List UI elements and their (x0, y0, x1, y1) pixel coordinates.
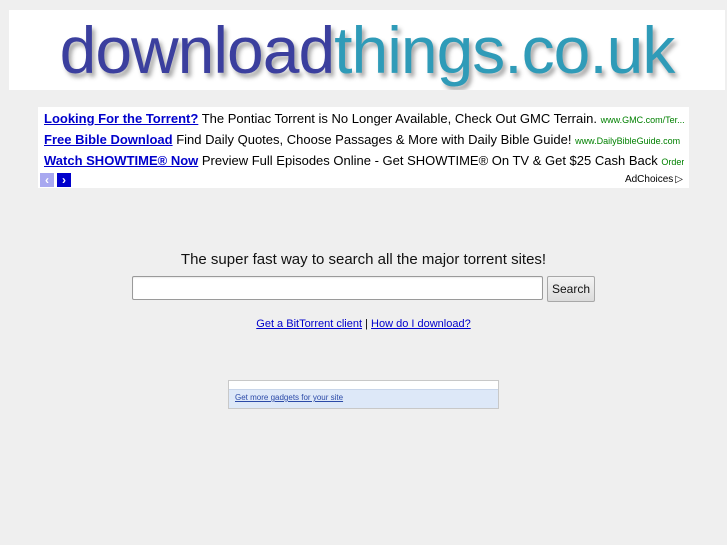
ad-next-button[interactable]: › (57, 173, 71, 187)
logo-part-domain: things.co.uk (334, 13, 675, 87)
help-links: Get a BitTorrent client | How do I downl… (0, 318, 727, 330)
adchoices-link[interactable]: AdChoices ▷ (625, 174, 683, 185)
ad-description: Preview Full Episodes Online - Get SHOWT… (201, 153, 658, 168)
adchoices-icon: ▷ (675, 174, 683, 185)
ad-banner: Looking For the Torrent? The Pontiac Tor… (38, 107, 689, 188)
link-separator: | (365, 318, 368, 330)
logo-part-download: download (59, 13, 336, 87)
more-gadgets-link[interactable]: Get more gadgets for your site (235, 393, 343, 402)
ad-url[interactable]: OrderS... (661, 157, 684, 167)
bittorrent-client-link[interactable]: Get a BitTorrent client (256, 318, 362, 330)
search-input[interactable] (132, 276, 543, 300)
gadget-box: Get more gadgets for your site (228, 380, 499, 409)
search-button[interactable]: Search (547, 276, 595, 302)
ad-title-link[interactable]: Watch SHOWTIME® Now (44, 153, 198, 168)
how-to-download-link[interactable]: How do I download? (371, 318, 471, 330)
chevron-right-icon: › (62, 173, 66, 187)
ad-item[interactable]: Watch SHOWTIME® Now Preview Full Episode… (44, 153, 684, 168)
site-logo[interactable]: downloadthings.co.uk (9, 10, 725, 90)
ad-prev-button[interactable]: ‹ (40, 173, 54, 187)
chevron-left-icon: ‹ (45, 173, 49, 187)
gadget-content (229, 381, 498, 390)
tagline: The super fast way to search all the maj… (180, 251, 547, 268)
ad-description: The Pontiac Torrent is No Longer Availab… (201, 111, 597, 126)
ad-item[interactable]: Free Bible Download Find Daily Quotes, C… (44, 132, 684, 147)
logo-text: downloadthings.co.uk (60, 17, 676, 83)
ad-title-link[interactable]: Free Bible Download (44, 132, 173, 147)
ad-item[interactable]: Looking For the Torrent? The Pontiac Tor… (44, 111, 684, 126)
ad-description: Find Daily Quotes, Choose Passages & Mor… (176, 132, 572, 147)
ad-url[interactable]: www.GMC.com/Ter... (601, 115, 684, 125)
ad-title-link[interactable]: Looking For the Torrent? (44, 111, 198, 126)
ad-url[interactable]: www.DailyBibleGuide.com (575, 136, 680, 146)
adchoices-label: AdChoices (624, 174, 674, 185)
